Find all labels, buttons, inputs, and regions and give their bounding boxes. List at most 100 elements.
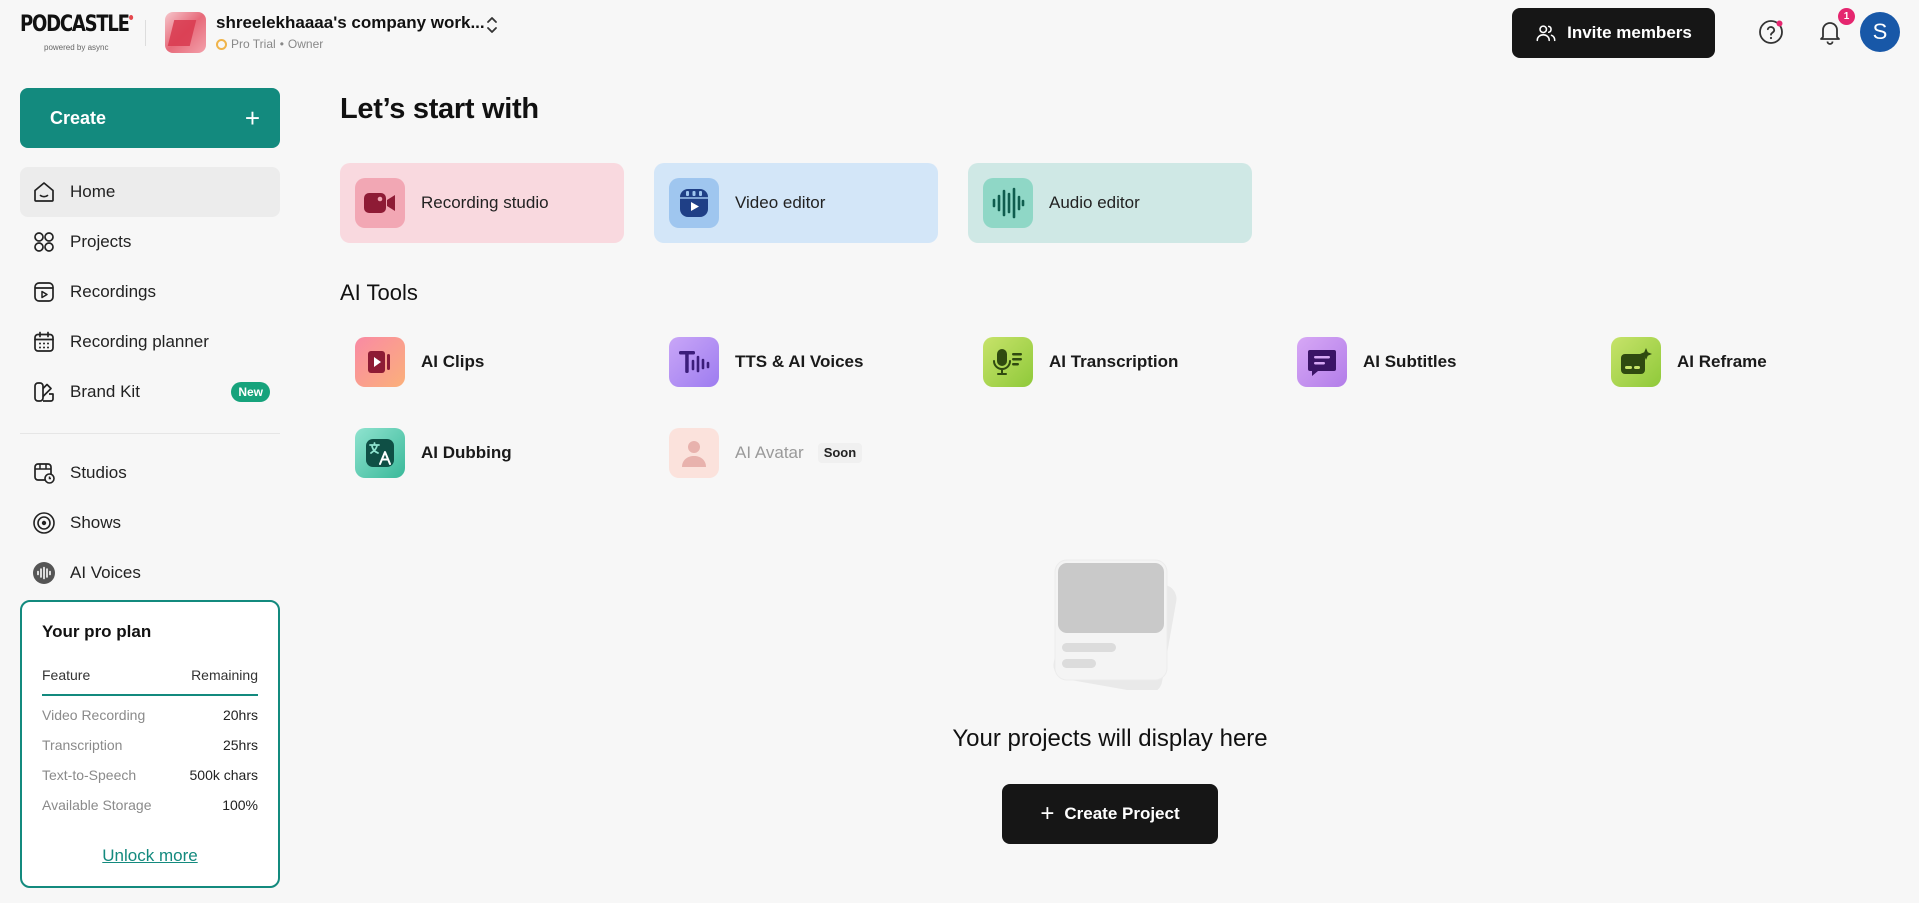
audio-wave-icon xyxy=(983,178,1033,228)
ai-avatar-tool[interactable]: AI Avatar Soon xyxy=(669,427,863,479)
plan-remaining: 100% xyxy=(222,797,258,813)
header-divider xyxy=(145,20,146,46)
video-camera-icon xyxy=(355,178,405,228)
plan-feature: Transcription xyxy=(42,737,123,753)
plan-feature: Text-to-Speech xyxy=(42,767,137,783)
feature-column-header: Feature xyxy=(42,667,91,683)
sidebar-item-label: Projects xyxy=(70,232,132,251)
users-icon xyxy=(1536,25,1556,42)
sidebar-item-label: Recordings xyxy=(70,282,156,301)
plan-row: Available Storage 100% xyxy=(42,797,258,813)
plan-card-title: Your pro plan xyxy=(42,622,152,641)
create-project-label: Create Project xyxy=(1064,804,1180,823)
brand-kit-icon xyxy=(34,382,54,402)
sidebar-item-label: Home xyxy=(70,182,116,201)
sidebar-item-recordings[interactable]: Recordings xyxy=(20,267,280,317)
tool-label: AI Reframe xyxy=(1677,352,1767,371)
tool-label: AI Clips xyxy=(421,352,485,371)
empty-projects-illustration xyxy=(1053,559,1177,690)
card-label: Recording studio xyxy=(421,193,549,212)
plan-remaining: 20hrs xyxy=(222,707,258,723)
help-icon[interactable] xyxy=(1758,19,1784,45)
calendar-icon xyxy=(34,331,54,352)
ai-dubbing-tool[interactable]: AI Dubbing xyxy=(355,427,512,479)
clips-icon xyxy=(355,337,405,387)
sidebar-item-projects[interactable]: Projects xyxy=(20,217,280,267)
recordings-icon xyxy=(34,282,54,302)
invite-members-label: Invite members xyxy=(1567,23,1692,42)
sidebar-item-ai-voices[interactable]: AI Voices xyxy=(20,548,280,598)
plan-separator: • xyxy=(279,37,284,51)
user-avatar[interactable]: S xyxy=(1860,12,1900,52)
create-project-button[interactable]: + Create Project xyxy=(1002,784,1218,844)
unlock-more-link[interactable]: Unlock more xyxy=(22,846,278,866)
empty-state-message: Your projects will display here xyxy=(952,725,1268,752)
role-label: Owner xyxy=(287,37,324,51)
avatar-person-icon xyxy=(669,428,719,478)
create-label: Create xyxy=(50,107,107,128)
reframe-icon xyxy=(1611,337,1661,387)
tts-ai-voices-tool[interactable]: TTS & AI Voices xyxy=(669,336,863,388)
chevron-up-down-icon[interactable] xyxy=(484,14,500,36)
ai-clips-tool[interactable]: AI Clips xyxy=(355,336,484,388)
waveform-icon xyxy=(33,562,55,584)
pro-coin-icon xyxy=(216,38,227,50)
audio-editor-card[interactable]: Audio editor xyxy=(968,163,1252,243)
card-label: Video editor xyxy=(735,193,826,212)
plan-remaining: 500k chars xyxy=(189,767,258,783)
plan-row: Text-to-Speech 500k chars xyxy=(42,767,258,783)
sidebar-item-brand-kit[interactable]: Brand Kit New xyxy=(20,367,280,417)
ai-tools-heading: AI Tools xyxy=(340,280,418,305)
pro-plan-card: Your pro plan Feature Remaining Video Re… xyxy=(20,600,280,888)
top-header: PODCASTLE powered by async shreelekhaaaa… xyxy=(0,0,1919,64)
sidebar-divider xyxy=(20,433,280,434)
ai-reframe-tool[interactable]: AI Reframe xyxy=(1611,336,1767,388)
podcastle-logo[interactable]: PODCASTLE powered by async xyxy=(20,12,133,52)
tool-label: AI Dubbing xyxy=(421,443,512,462)
tts-icon xyxy=(669,337,719,387)
plan-table-header: Feature Remaining xyxy=(42,667,258,683)
tool-label: AI Subtitles xyxy=(1363,352,1457,371)
card-label: Audio editor xyxy=(1049,193,1140,212)
tool-label: AI Transcription xyxy=(1049,352,1179,371)
plan-table-rule xyxy=(42,694,258,696)
remaining-column-header: Remaining xyxy=(191,667,258,683)
podcast-icon xyxy=(33,512,55,534)
dubbing-icon xyxy=(355,428,405,478)
plan-row: Video Recording 20hrs xyxy=(42,707,258,723)
subtitles-icon xyxy=(1297,337,1347,387)
grid-icon xyxy=(34,232,54,252)
sidebar-item-label: Shows xyxy=(70,513,122,532)
tool-label: TTS & AI Voices xyxy=(735,352,864,371)
sidebar-item-label: Brand Kit xyxy=(70,382,140,401)
invite-members-button[interactable]: Invite members xyxy=(1512,8,1715,58)
video-editor-card[interactable]: Video editor xyxy=(654,163,938,243)
sidebar-item-home[interactable]: Home xyxy=(20,167,280,217)
workspace-name[interactable]: shreelekhaaaa's company work... xyxy=(216,13,485,33)
create-button[interactable]: Create + xyxy=(20,88,280,148)
sidebar-item-label: Recording planner xyxy=(70,332,209,351)
new-badge: New xyxy=(231,382,270,402)
plan-remaining: 25hrs xyxy=(222,737,258,753)
sidebar-item-shows[interactable]: Shows xyxy=(20,498,280,548)
sidebar-item-studios[interactable]: Studios xyxy=(20,448,280,498)
workspace-thumbnail[interactable] xyxy=(165,12,206,53)
studio-icon xyxy=(34,463,55,484)
ai-subtitles-tool[interactable]: AI Subtitles xyxy=(1297,336,1457,388)
workspace-plan: Pro Trial • Owner xyxy=(216,37,323,51)
recording-studio-card[interactable]: Recording studio xyxy=(340,163,624,243)
logo-text: PODCASTLE xyxy=(20,12,130,37)
tool-label: AI Avatar xyxy=(735,443,804,462)
sidebar-item-label: Studios xyxy=(70,463,127,482)
transcription-icon xyxy=(983,337,1033,387)
page-title: Let’s start with xyxy=(340,93,539,125)
plus-icon: + xyxy=(1040,800,1055,827)
soon-badge: Soon xyxy=(817,443,863,463)
ai-transcription-tool[interactable]: AI Transcription xyxy=(983,336,1178,388)
logo-dot xyxy=(128,15,133,20)
plan-label: Pro Trial xyxy=(231,37,276,51)
sidebar-item-recording-planner[interactable]: Recording planner xyxy=(20,317,280,367)
plan-feature: Available Storage xyxy=(42,797,152,813)
plan-row: Transcription 25hrs xyxy=(42,737,258,753)
video-editor-icon xyxy=(669,178,719,228)
